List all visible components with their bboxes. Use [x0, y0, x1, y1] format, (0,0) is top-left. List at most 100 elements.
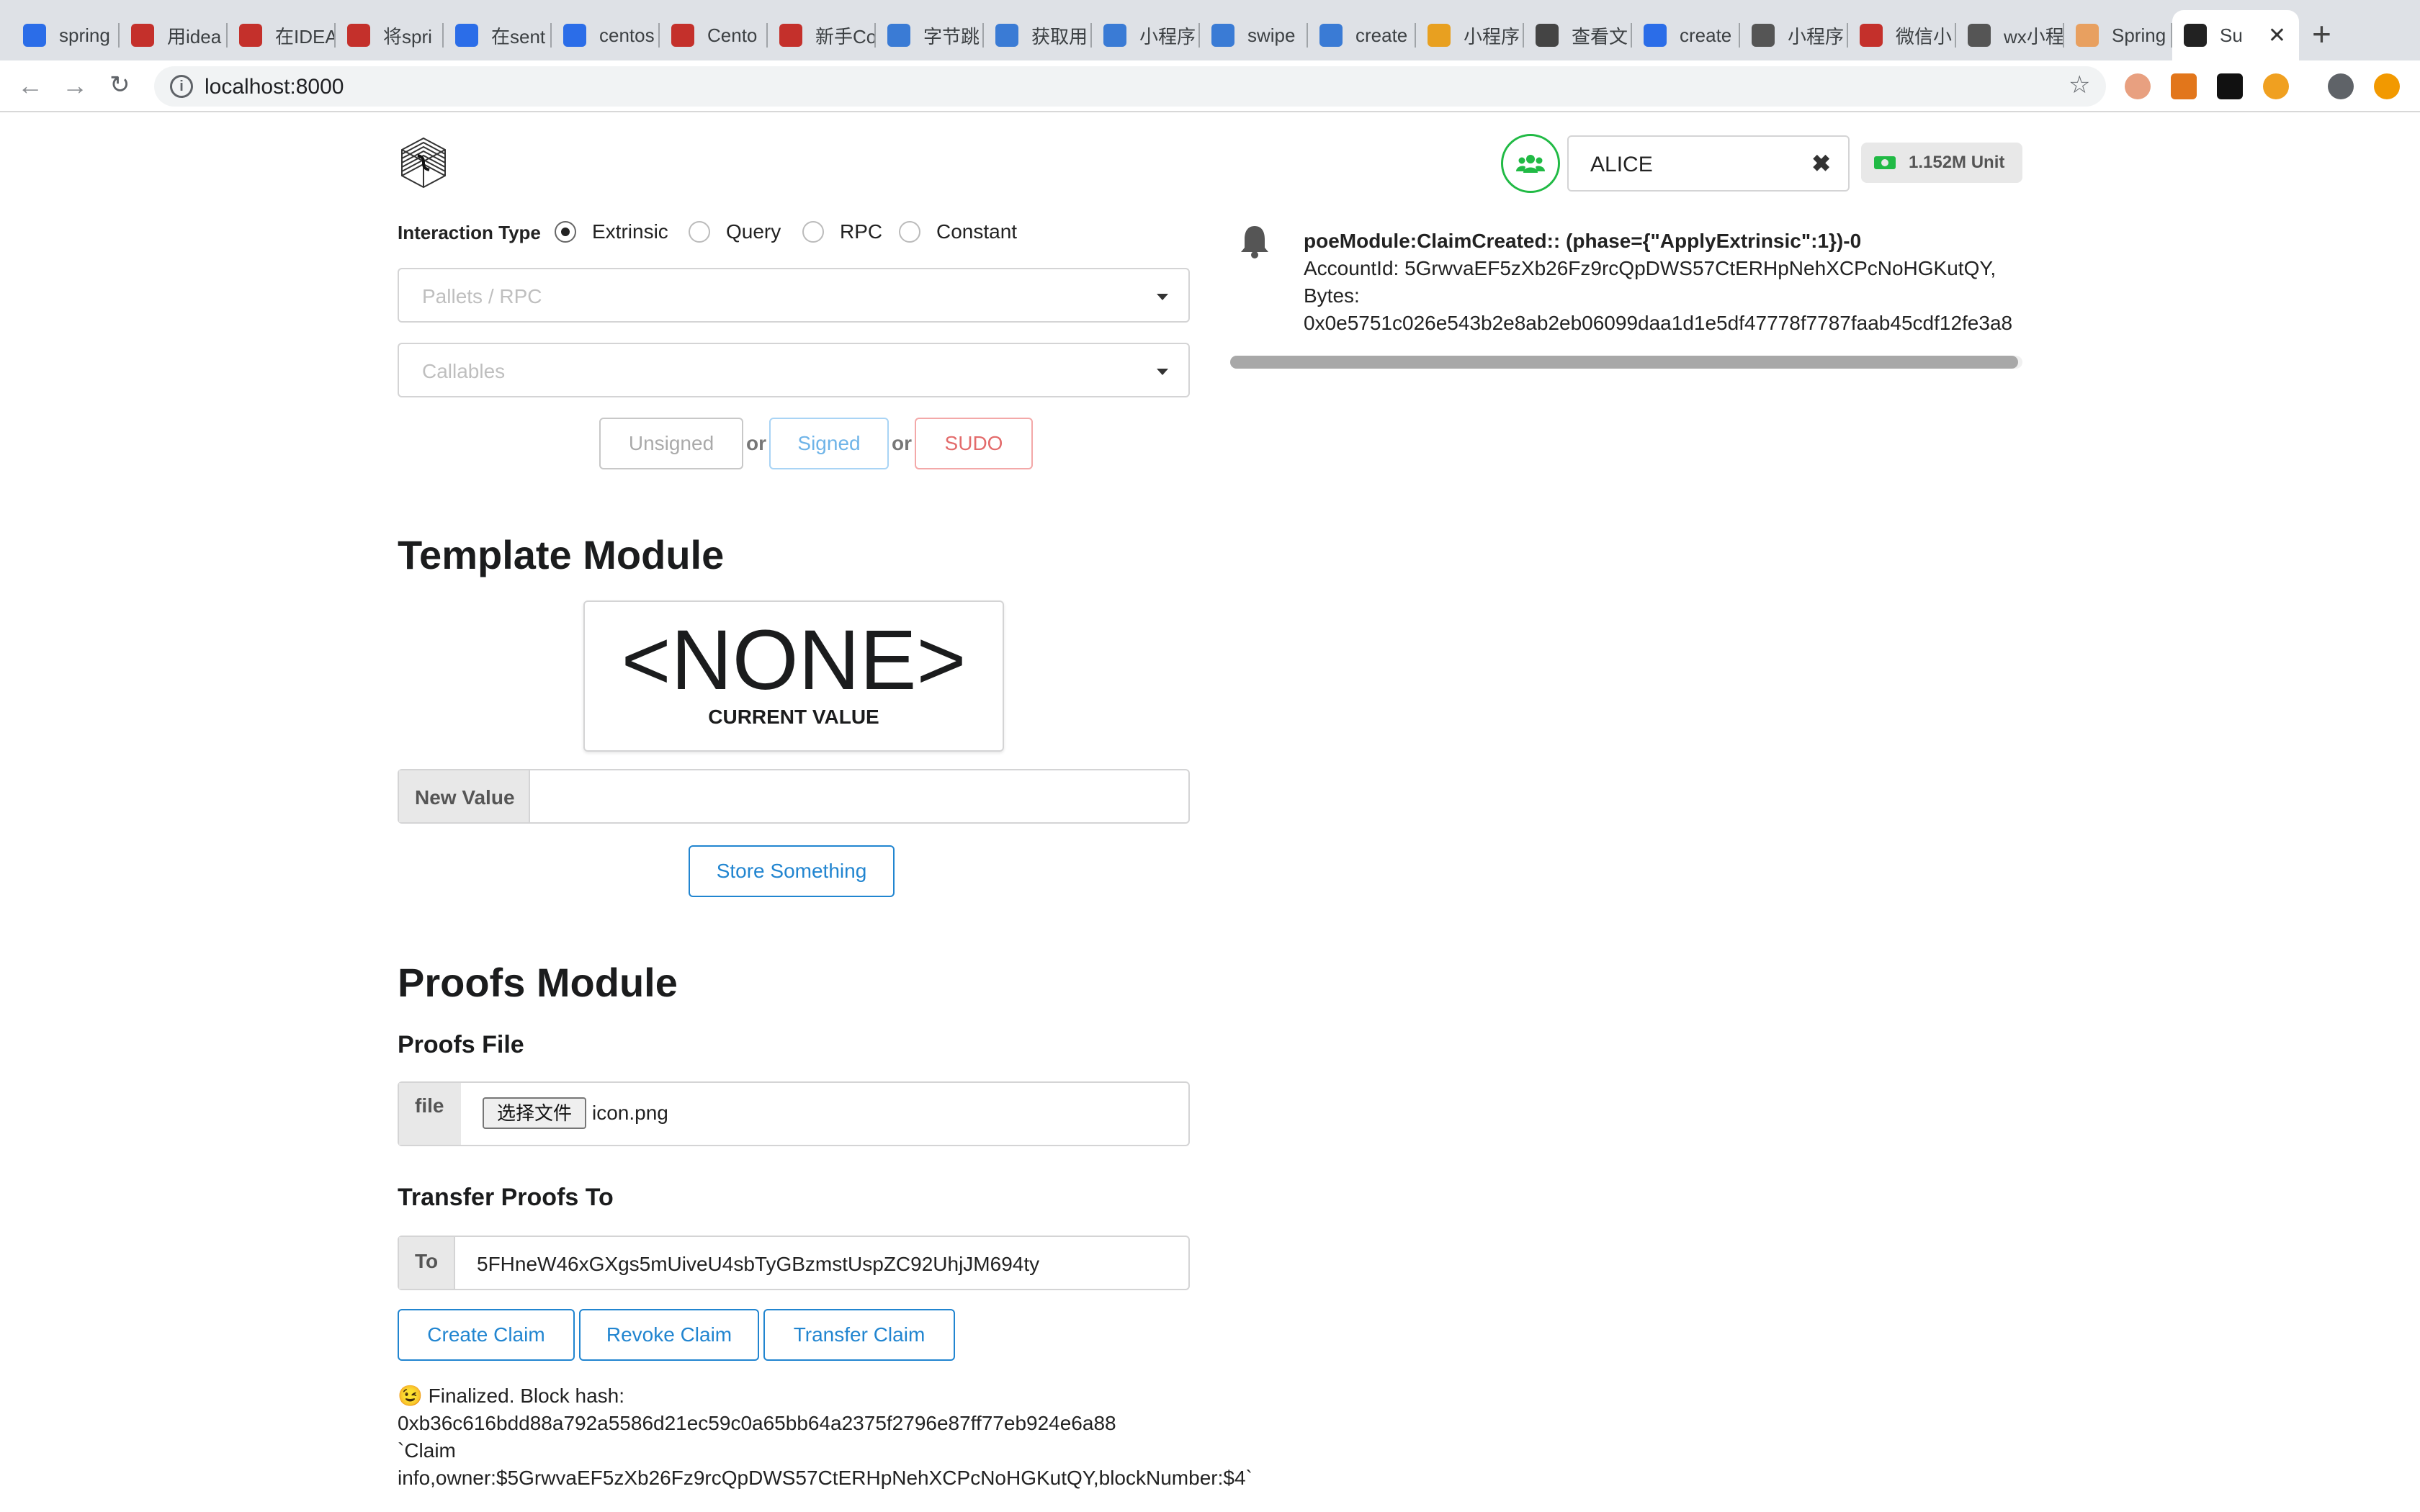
paw-icon [455, 24, 478, 47]
current-value-statistic: <NONE> CURRENT VALUE [583, 600, 1004, 752]
event-detail: AccountId: 5GrwvaEF5zXb26Fz9rcQpDWS57CtE… [1304, 257, 1996, 279]
close-tab-icon[interactable]: ✕ [2268, 23, 2286, 48]
radio-extrinsic[interactable]: Extrinsic [555, 220, 668, 243]
book-icon [1860, 24, 1883, 47]
scrollbar-thumb[interactable] [1230, 356, 2018, 369]
browser-tab[interactable]: create [1632, 10, 1740, 60]
browser-tab[interactable]: 字节跳 [876, 10, 984, 60]
tab-title: 小程序 [1139, 25, 1196, 48]
radio-dot[interactable] [689, 221, 710, 243]
browser-tab[interactable]: Su ✕ [2172, 10, 2299, 60]
browser-tab[interactable]: 小程序 [1416, 10, 1524, 60]
tab-title: 在IDEA [275, 25, 336, 48]
browser-tab[interactable]: 用idea [120, 10, 228, 60]
status-line: 0xb36c616bdd88a792a5586d21ec59c0a65bb64a… [398, 1412, 1116, 1434]
browser-tab[interactable]: 将spri [336, 10, 444, 60]
radio-rpc[interactable]: RPC [802, 220, 882, 243]
browser-tab[interactable]: 新手Co [768, 10, 876, 60]
radio-dot[interactable] [555, 221, 576, 243]
substrate-logo-icon [401, 137, 446, 189]
back-arrow-icon[interactable]: ← [17, 71, 43, 101]
interaction-type-label: Interaction Type [398, 222, 541, 243]
update-available-icon[interactable] [2374, 73, 2400, 99]
pallets-rpc-dropdown[interactable]: Pallets / RPC [398, 268, 1190, 323]
create-claim-button[interactable]: Create Claim [398, 1309, 575, 1361]
selected-account: ALICE [1590, 153, 1653, 176]
extension-network-icon[interactable] [2125, 73, 2151, 99]
browser-tab[interactable]: Cento [660, 10, 768, 60]
tab-title: centos [599, 24, 655, 46]
tab-title: Cento [707, 24, 758, 46]
money-bill-icon [1874, 156, 1896, 169]
c-logo-icon [779, 24, 802, 47]
browser-tab[interactable]: 查看文 [1524, 10, 1632, 60]
site-info-icon[interactable]: i [170, 75, 193, 98]
transaction-status: 😉 Finalized. Block hash: 0xb36c616bdd88a… [398, 1382, 1262, 1492]
browser-tab[interactable]: swipe [1200, 10, 1308, 60]
radio-query[interactable]: Query [689, 220, 781, 243]
transfer-to-input[interactable]: 5FHneW46xGXgs5mUiveU4sbTyGBzmstUspZC92Uh… [454, 1237, 1188, 1289]
tab-title: Spring [2112, 24, 2166, 46]
extension-help-icon[interactable] [2263, 73, 2289, 99]
revoke-claim-button[interactable]: Revoke Claim [579, 1309, 759, 1361]
browser-tab[interactable]: 小程序 [1092, 10, 1200, 60]
status-line: `Claim [398, 1439, 456, 1462]
browser-tab[interactable]: 在sent [444, 10, 552, 60]
browser-tab[interactable]: centos [552, 10, 660, 60]
event-detail: 0x0e5751c026e543b2e8ab2eb06099daa1d1e5df… [1304, 312, 2013, 334]
status-line: 😉 Finalized. Block hash: [398, 1385, 624, 1407]
browser-tab[interactable]: create [1308, 10, 1416, 60]
browser-tab[interactable]: Spring [2064, 10, 2172, 60]
users-icon[interactable] [1501, 134, 1560, 193]
globe-icon [1536, 24, 1559, 47]
browser-tab[interactable]: 获取用 [984, 10, 1092, 60]
browser-tab[interactable]: wx小程 [1956, 10, 2064, 60]
radio-dot[interactable] [899, 221, 920, 243]
choose-file-button[interactable]: 选择文件 [483, 1097, 586, 1129]
tab-title: 小程序 [1788, 25, 1845, 48]
radio-constant[interactable]: Constant [899, 220, 1017, 243]
browser-tab[interactable]: 小程序 [1740, 10, 1848, 60]
address-url[interactable]: localhost:8000 [205, 75, 344, 99]
events-horizontal-scrollbar[interactable] [1230, 356, 2022, 369]
forward-arrow-icon[interactable]: → [62, 71, 88, 101]
tab-title: wx小程 [2004, 25, 2064, 48]
address-bar[interactable]: i localhost:8000 [154, 66, 2106, 107]
event-title: poeModule:ClaimCreated:: (phase={"ApplyE… [1304, 230, 1862, 252]
account-selector[interactable]: ALICE ✖ [1567, 135, 1850, 192]
current-value-label: CURRENT VALUE [708, 706, 879, 728]
swirl-icon [1103, 24, 1126, 47]
extension-mountain-icon[interactable] [2217, 73, 2243, 99]
proofs-module-title: Proofs Module [398, 960, 678, 1005]
browser-tab[interactable]: 在IDEA [228, 10, 336, 60]
new-value-label: New Value [399, 770, 529, 822]
sudo-button[interactable]: SUDO [915, 418, 1033, 469]
bell-icon [1241, 226, 1268, 258]
browser-tab[interactable]: spring [12, 10, 120, 60]
paw-icon [23, 24, 46, 47]
new-value-input[interactable] [529, 770, 1188, 822]
caret-down-icon [1157, 369, 1168, 375]
clear-icon[interactable]: ✖ [1811, 150, 1831, 177]
unsigned-button[interactable]: Unsigned [599, 418, 743, 469]
c-logo-icon [347, 24, 370, 47]
transfer-claim-button[interactable]: Transfer Claim [763, 1309, 955, 1361]
store-something-button[interactable]: Store Something [689, 845, 895, 897]
radio-dot[interactable] [802, 221, 824, 243]
paw-icon [1644, 24, 1667, 47]
balance-label: 1.152M Unit [1861, 143, 2022, 183]
tab-title: Su [2220, 24, 2243, 46]
tab-title: create [1680, 24, 1732, 46]
callables-dropdown[interactable]: Callables [398, 343, 1190, 397]
current-value: <NONE> [621, 613, 967, 708]
profile-avatar-icon[interactable] [2328, 73, 2354, 99]
metamask-fox-icon[interactable] [2171, 73, 2197, 99]
balance-amount: 1.152M Unit [1909, 153, 2005, 172]
browser-tab[interactable]: 微信小 [1848, 10, 1956, 60]
browser-tab-bar: spring 用idea 在IDEA 将spri 在sent centos Cento 新手C… [0, 0, 2420, 60]
new-tab-button[interactable]: + [2312, 14, 2331, 53]
signed-button[interactable]: Signed [769, 418, 889, 469]
swirl-icon [887, 24, 910, 47]
reload-icon[interactable]: ↻ [109, 71, 130, 99]
bookmark-star-icon[interactable]: ☆ [2069, 71, 2090, 99]
